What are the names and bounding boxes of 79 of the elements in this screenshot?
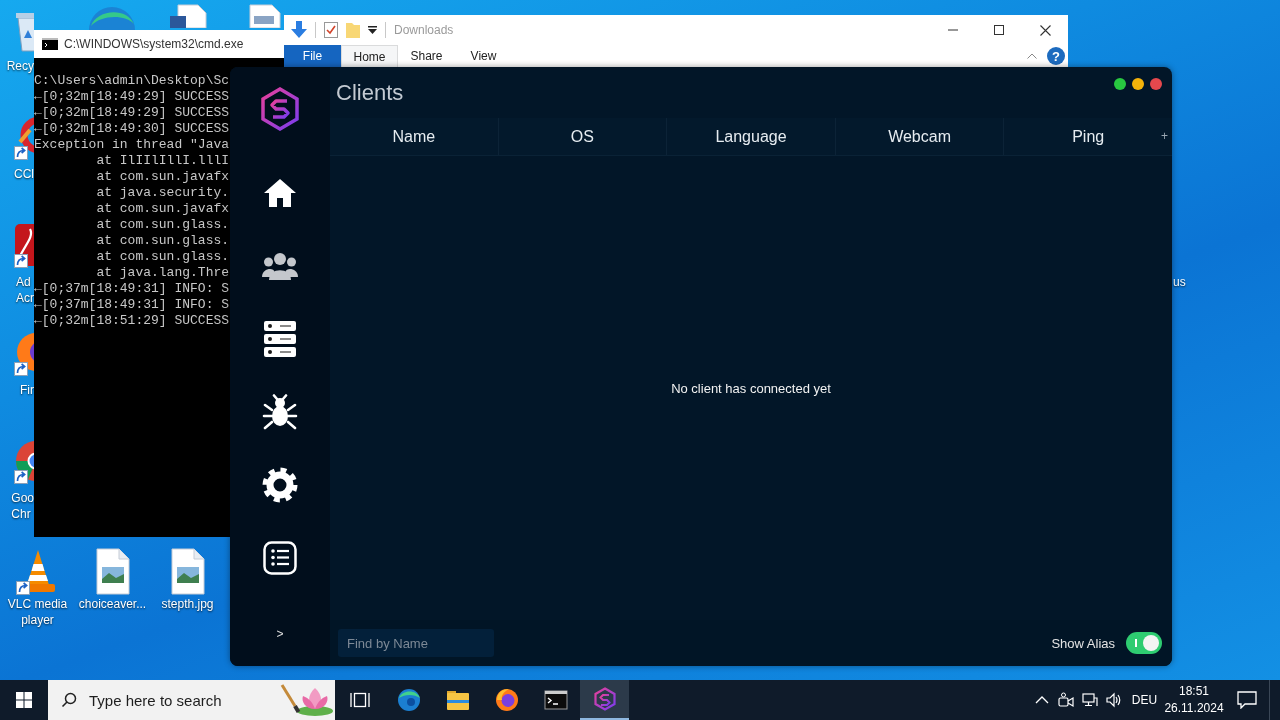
search-field[interactable]: Type here to search (89, 689, 267, 711)
column-header[interactable]: Language (666, 118, 835, 155)
console-line: at com.sun.javafx (95, 169, 230, 185)
app-logo-icon (494, 688, 519, 712)
document-icon[interactable] (168, 4, 208, 28)
console-line: ←[0;32m[18:49:29] SUCCESS (34, 89, 230, 105)
app-logo-icon[interactable] (14, 116, 34, 160)
ribbon-tab[interactable]: Share (398, 45, 455, 67)
toggle-label: Show Alias (1051, 635, 1115, 651)
settings-icon[interactable] (262, 466, 298, 503)
console-line: ←[0;32m[18:51:29] SUCCESS (34, 313, 230, 329)
home-icon[interactable] (263, 177, 297, 208)
notification-icon[interactable] (1237, 691, 1257, 709)
console-line: at IlIIlIllI.lllI (95, 153, 230, 169)
clock-time: 18:51 (1179, 683, 1209, 700)
download-arrow-icon[interactable] (291, 21, 307, 39)
folder-icon (445, 689, 470, 711)
windows-logo-icon (16, 692, 32, 708)
hexagon-logo-icon (260, 87, 300, 131)
checklist-icon[interactable] (324, 22, 338, 38)
terminal-icon (42, 38, 58, 50)
window-title: C:\WINDOWS\system32\cmd.exe (64, 37, 244, 51)
console-line: at java.lang.Thre (95, 265, 230, 281)
toggle-switch[interactable] (1126, 632, 1162, 654)
network-icon[interactable] (1082, 692, 1098, 708)
close-icon[interactable] (1039, 24, 1051, 36)
desktop-icon-label[interactable]: us (1173, 274, 1186, 290)
desktop-icon-label[interactable]: VLC media player (0, 596, 75, 628)
window-title: Downloads (394, 23, 454, 37)
column-menu-button[interactable]: + (1159, 129, 1170, 143)
console-line: ←[0;37m[18:49:31] INFO: S (34, 281, 230, 296)
clock-date: 26.11.2024 (1164, 700, 1224, 717)
empty-message: No client has connected yet (671, 380, 831, 396)
desktop-icon-label[interactable]: Fir (20, 382, 34, 398)
search-box[interactable]: Type here to search (48, 680, 335, 720)
search-icon (61, 692, 77, 708)
console-line: ←[0;32m[18:49:29] SUCCESS (34, 105, 230, 121)
dropdown-icon[interactable] (368, 26, 377, 34)
volume-icon[interactable] (1106, 692, 1122, 708)
column-header[interactable]: OS (497, 118, 667, 155)
taskbar-app-button[interactable] (580, 680, 629, 720)
window-control-dot[interactable] (1150, 78, 1162, 90)
users-icon[interactable] (262, 251, 298, 280)
bug-icon[interactable] (262, 393, 298, 430)
ribbon-tab[interactable]: View (455, 45, 512, 67)
task-view-icon (349, 691, 370, 709)
list-icon[interactable] (263, 540, 297, 575)
app-logo-icon (396, 688, 421, 712)
app-logo-icon[interactable] (14, 224, 34, 268)
video-call-icon[interactable] (1058, 692, 1074, 708)
maximize-icon[interactable] (994, 25, 1004, 35)
console-line: at com.sun.glass. (95, 233, 230, 249)
console-line: at java.security. (95, 185, 230, 201)
terminal-icon (543, 690, 568, 710)
language-indicator[interactable]: DEU (1126, 680, 1163, 720)
console-line: ←[0;37m[18:49:31] INFO: S (34, 297, 230, 313)
window-control-dot[interactable] (1114, 78, 1126, 90)
help-button[interactable]: ? (1047, 47, 1065, 65)
expand-button[interactable]: > (274, 626, 286, 642)
console-line: Exception in thread "Java (34, 137, 230, 153)
ribbon-tab[interactable]: Home (341, 45, 398, 67)
clock[interactable]: 18:51 26.11.2024 (1163, 680, 1225, 720)
file-menu-button[interactable]: File (284, 45, 341, 67)
desktop-icon-label[interactable]: Goo Chr (11, 490, 34, 522)
window-control-dot[interactable] (1132, 78, 1144, 90)
desktop-icon-label[interactable]: stepth.jpg (150, 596, 225, 612)
flower-icon (279, 683, 335, 717)
console-line: C:\Users\admin\Desktop\Sc (34, 73, 230, 89)
search-field[interactable]: Find by Name (338, 629, 494, 657)
console-line: at com.sun.javafx (95, 201, 230, 217)
server-stack-icon[interactable] (263, 320, 297, 357)
column-header[interactable]: Name (330, 118, 498, 155)
console-line: ←[0;32m[18:49:30] SUCCESS (34, 121, 230, 137)
page-title: Clients (336, 79, 404, 106)
hexagon-logo-icon (592, 687, 617, 711)
column-header[interactable]: Webcam (834, 118, 1004, 155)
console-line: at com.sun.glass. (95, 249, 230, 265)
console-line: at com.sun.glass. (95, 217, 230, 233)
desktop-icon-label[interactable]: choiceaver... (75, 596, 150, 612)
